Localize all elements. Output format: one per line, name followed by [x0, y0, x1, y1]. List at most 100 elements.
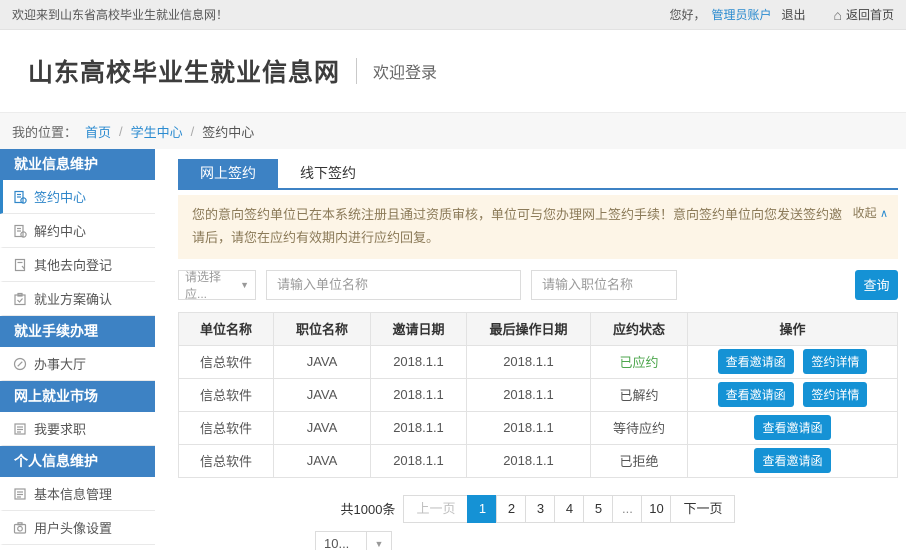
page-button-4[interactable]: 4 — [554, 495, 584, 523]
cell-company: 信总软件 — [179, 411, 274, 444]
col-position: 职位名称 — [274, 312, 371, 345]
site-subtitle: 欢迎登录 — [373, 59, 437, 83]
return-home-link[interactable]: ⌂ 返回首页 — [834, 6, 894, 23]
cell-position: JAVA — [274, 378, 371, 411]
sidebar-item-basic-info[interactable]: 基本信息管理 — [0, 477, 155, 511]
main-content: 网上签约 线下签约 您的意向签约单位已在本系统注册且通过资质审核，单位可与您办理… — [178, 149, 898, 550]
breadcrumb-home[interactable]: 首页 — [85, 122, 111, 141]
cell-position: JAVA — [274, 444, 371, 477]
col-last-date: 最后操作日期 — [467, 312, 591, 345]
table-row: 信总软件 JAVA 2018.1.1 2018.1.1 已拒绝 查看邀请函 — [179, 444, 898, 477]
page-size-select[interactable]: 10... — [315, 531, 367, 550]
collapse-toggle[interactable]: 收起 ∧ — [853, 203, 888, 224]
signing-detail-button[interactable]: 签约详情 — [803, 382, 867, 407]
account-link[interactable]: 管理员账户 — [711, 6, 771, 23]
tab-bar: 网上签约 线下签约 — [178, 159, 898, 190]
cell-position: JAVA — [274, 345, 371, 378]
position-name-input[interactable] — [531, 270, 677, 300]
company-name-input[interactable] — [266, 270, 521, 300]
sidebar-section-online-job-market: 网上就业市场 — [0, 381, 155, 412]
sidebar-item-label: 办事大厅 — [34, 354, 86, 373]
col-invite-date: 邀请日期 — [371, 312, 467, 345]
sidebar-item-label: 签约中心 — [34, 187, 86, 206]
terminate-contract-icon — [13, 224, 27, 238]
logout-link[interactable]: 退出 — [782, 6, 806, 23]
table-header-row: 单位名称 职位名称 邀请日期 最后操作日期 应约状态 操作 — [179, 312, 898, 345]
breadcrumb-separator: / — [191, 124, 195, 139]
col-company: 单位名称 — [179, 312, 274, 345]
page-ellipsis[interactable]: ... — [612, 495, 642, 523]
cell-position: JAVA — [274, 411, 371, 444]
status-select-value: 请选择应... — [185, 268, 240, 302]
view-invitation-button[interactable]: 查看邀请函 — [754, 448, 830, 473]
register-document-icon — [13, 258, 27, 272]
cell-last-date: 2018.1.1 — [467, 411, 591, 444]
sidebar-item-service-hall[interactable]: 办事大厅 — [0, 347, 155, 381]
total-count: 共1000条 — [341, 499, 396, 518]
breadcrumb-separator: / — [119, 124, 123, 139]
breadcrumb: 我的位置： 首页 / 学生中心 / 签约中心 — [0, 112, 906, 149]
notice-text: 您的意向签约单位已在本系统注册且通过资质审核，单位可与您办理网上签约手续！意向签… — [192, 207, 842, 245]
prev-page-button[interactable]: 上一页 — [403, 495, 468, 523]
cell-invite-date: 2018.1.1 — [371, 345, 467, 378]
status-badge: 已拒绝 — [591, 444, 688, 477]
chevron-down-icon[interactable]: ▼ — [366, 531, 392, 550]
status-badge: 已应约 — [591, 345, 688, 378]
sidebar-item-employment-plan-confirm[interactable]: 就业方案确认 — [0, 282, 155, 316]
view-invitation-button[interactable]: 查看邀请函 — [718, 382, 794, 407]
sidebar-item-label: 解约中心 — [34, 221, 86, 240]
cell-company: 信总软件 — [179, 345, 274, 378]
page-button-5[interactable]: 5 — [583, 495, 613, 523]
cell-last-date: 2018.1.1 — [467, 345, 591, 378]
chevron-down-icon: ▼ — [240, 280, 249, 290]
site-title: 山东高校毕业生就业信息网 — [28, 53, 340, 89]
page-button-10[interactable]: 10 — [641, 495, 671, 523]
cell-actions: 查看邀请函 签约详情 — [688, 378, 898, 411]
site-header: 山东高校毕业生就业信息网 欢迎登录 — [0, 30, 906, 112]
next-page-button[interactable]: 下一页 — [670, 495, 735, 523]
page-button-2[interactable]: 2 — [496, 495, 526, 523]
query-button[interactable]: 查询 — [855, 270, 898, 300]
job-list-icon — [13, 422, 27, 436]
sidebar-item-other-destination[interactable]: 其他去向登记 — [0, 248, 155, 282]
status-select[interactable]: 请选择应... ▼ — [178, 270, 256, 300]
sidebar-item-label: 就业方案确认 — [34, 289, 112, 308]
breadcrumb-label: 我的位置： — [12, 122, 77, 141]
view-invitation-button[interactable]: 查看邀请函 — [754, 415, 830, 440]
sidebar-item-signing-center[interactable]: 签约中心 — [0, 180, 155, 214]
camera-icon — [13, 521, 27, 535]
status-badge: 已解约 — [591, 378, 688, 411]
sidebar-item-avatar-settings[interactable]: 用户头像设置 — [0, 511, 155, 545]
page-button-1[interactable]: 1 — [467, 495, 497, 523]
cell-actions: 查看邀请函 — [688, 411, 898, 444]
breadcrumb-student-center[interactable]: 学生中心 — [131, 122, 183, 141]
table-row: 信总软件 JAVA 2018.1.1 2018.1.1 已应约 查看邀请函 签约… — [179, 345, 898, 378]
compass-icon — [13, 357, 27, 371]
pagination: 共1000条 上一页 1 2 3 4 5 ... 10 下一页 — [178, 495, 898, 523]
cell-company: 信总软件 — [179, 444, 274, 477]
topbar-welcome-text: 欢迎来到山东省高校毕业生就业信息网！ — [12, 6, 228, 23]
table-row: 信总软件 JAVA 2018.1.1 2018.1.1 等待应约 查看邀请函 — [179, 411, 898, 444]
notice-banner: 您的意向签约单位已在本系统注册且通过资质审核，单位可与您办理网上签约手续！意向签… — [178, 195, 898, 259]
tab-online-signing[interactable]: 网上签约 — [178, 159, 278, 188]
sidebar-item-label: 其他去向登记 — [34, 255, 112, 274]
chevron-up-icon: ∧ — [880, 208, 888, 220]
view-invitation-button[interactable]: 查看邀请函 — [718, 349, 794, 374]
cell-actions: 查看邀请函 签约详情 — [688, 345, 898, 378]
sidebar-item-label: 用户头像设置 — [34, 518, 112, 537]
invitations-table: 单位名称 职位名称 邀请日期 最后操作日期 应约状态 操作 信总软件 JAVA … — [178, 312, 898, 478]
page-button-3[interactable]: 3 — [525, 495, 555, 523]
status-badge: 等待应约 — [591, 411, 688, 444]
sidebar-section-personal-info: 个人信息维护 — [0, 446, 155, 477]
sidebar-item-job-seeking[interactable]: 我要求职 — [0, 412, 155, 446]
tab-offline-signing[interactable]: 线下签约 — [278, 159, 378, 188]
filter-bar: 请选择应... ▼ 查询 — [178, 270, 898, 300]
contract-icon — [13, 190, 27, 204]
sidebar-item-label: 基本信息管理 — [34, 484, 112, 503]
cell-last-date: 2018.1.1 — [467, 444, 591, 477]
sidebar-item-label: 我要求职 — [34, 419, 86, 438]
table-row: 信总软件 JAVA 2018.1.1 2018.1.1 已解约 查看邀请函 签约… — [179, 378, 898, 411]
sidebar: 就业信息维护 签约中心 解约中心 其他去向登记 就业方案确认 就业手续办理 — [0, 149, 155, 545]
sidebar-item-termination-center[interactable]: 解约中心 — [0, 214, 155, 248]
signing-detail-button[interactable]: 签约详情 — [803, 349, 867, 374]
